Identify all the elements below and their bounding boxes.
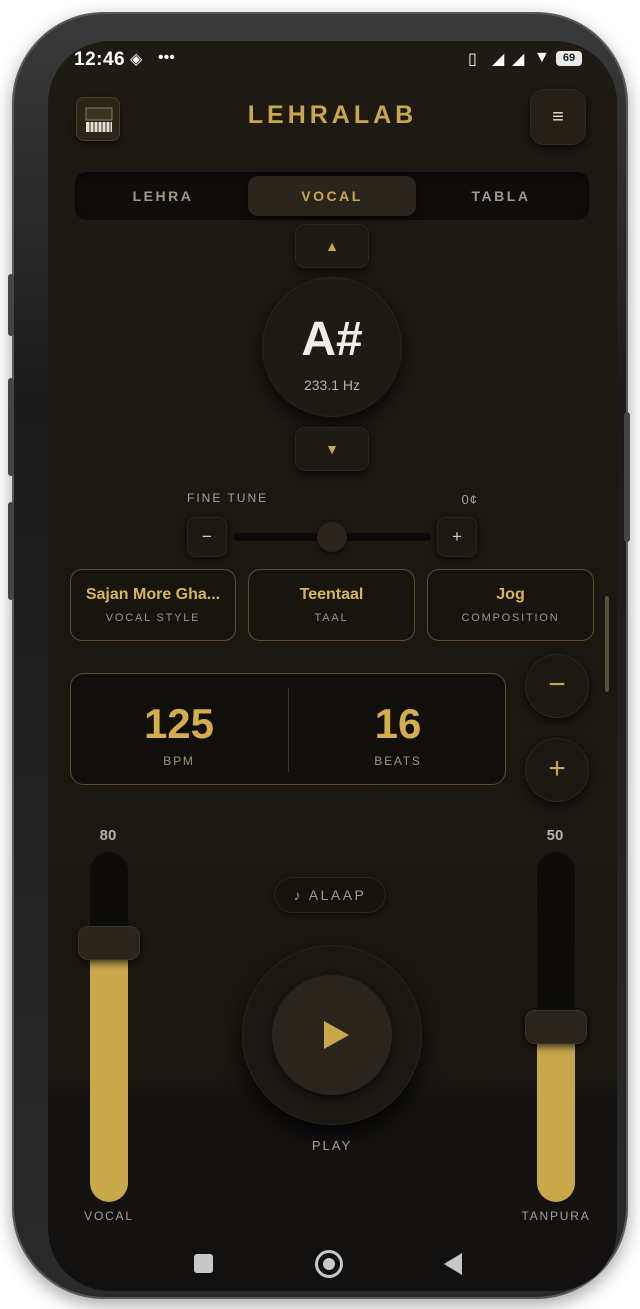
bpm-label: BPM	[163, 754, 195, 768]
signal-icon: ◢	[492, 51, 505, 68]
tanpura-volume-fill	[537, 1027, 575, 1202]
tempo-minus-button[interactable]: −	[525, 654, 589, 718]
play-button-ring	[242, 945, 422, 1125]
minus-icon: −	[202, 527, 212, 546]
taal-value: Teentaal	[299, 586, 364, 603]
tab-lehra[interactable]: LEHRA	[79, 176, 247, 216]
fine-tune-slider-thumb[interactable]	[317, 522, 347, 552]
minus-icon: −	[548, 668, 566, 701]
fine-tune-plus-button[interactable]: +	[437, 517, 477, 557]
alaap-toggle[interactable]: ♪ ALAAP	[274, 877, 386, 913]
vocal-style-label: VOCAL STYLE	[105, 612, 201, 624]
pitch-note: A#	[301, 313, 363, 366]
play-label: PLAY	[311, 1138, 353, 1153]
pitch-up-button[interactable]: ▲	[295, 224, 369, 268]
beats-value: 16	[374, 700, 422, 747]
phone-side-button	[8, 378, 14, 476]
tempo-plus-button[interactable]: +	[525, 738, 589, 802]
composition-label: COMPOSITION	[461, 612, 560, 624]
composition-card[interactable]: Jog COMPOSITION	[427, 569, 594, 641]
bpm-value: 125	[143, 700, 215, 747]
hamburger-icon: ≡	[552, 106, 564, 128]
pitch-down-button[interactable]: ▼	[295, 427, 369, 471]
play-button[interactable]	[272, 975, 392, 1095]
taal-label: TAAL	[314, 612, 349, 624]
vocal-volume-value: 80	[99, 827, 117, 844]
tanpura-volume-label: TANPURA	[521, 1209, 591, 1223]
scrollbar[interactable]	[605, 596, 609, 692]
notification-icon: ◈	[130, 51, 143, 68]
vibrate-icon: ▯	[468, 51, 477, 68]
vocal-volume-track[interactable]	[90, 852, 128, 1202]
mode-tabs: LEHRA VOCAL TABLA	[75, 172, 589, 220]
tab-tabla[interactable]: TABLA	[417, 176, 585, 216]
tempo-divider	[288, 688, 289, 772]
vocal-style-card[interactable]: Sajan More Gha... VOCAL STYLE	[70, 569, 236, 641]
tanpura-volume-value: 50	[546, 827, 564, 844]
status-bar: 12:46 ◈ ••• ▯ ◢ ◢ ▼ 69	[48, 41, 617, 81]
triangle-up-icon: ▲	[325, 238, 339, 254]
taal-card[interactable]: Teentaal TAAL	[248, 569, 415, 641]
pitch-frequency: 233.1 Hz	[303, 377, 361, 393]
fine-tune-minus-button[interactable]: −	[187, 517, 227, 557]
more-notifications-icon: •••	[158, 49, 175, 66]
tanpura-volume-thumb[interactable]	[525, 1010, 587, 1044]
back-icon[interactable]	[444, 1253, 462, 1275]
home-icon[interactable]	[315, 1250, 343, 1278]
menu-button[interactable]: ≡	[530, 89, 586, 145]
pitch-display: A# 233.1 Hz	[262, 277, 402, 417]
fine-tune-value: 0¢	[461, 492, 478, 507]
plus-icon: +	[548, 752, 566, 785]
beats-label: BEATS	[374, 754, 422, 768]
vocal-volume-thumb[interactable]	[78, 926, 140, 960]
phone-side-button	[8, 502, 14, 600]
phone-frame: 12:46 ◈ ••• ▯ ◢ ◢ ▼ 69 LEHRALAB ≡ LEHRA …	[8, 12, 630, 1299]
phone-side-button	[8, 274, 14, 336]
composition-value: Jog	[496, 586, 525, 603]
plus-icon: +	[452, 527, 462, 546]
vocal-volume-label: VOCAL	[84, 1209, 134, 1223]
wifi-icon: ▼	[534, 49, 550, 66]
status-time: 12:46	[74, 49, 126, 70]
fine-tune-label: FINE TUNE	[187, 491, 269, 505]
phone-power-button	[624, 412, 630, 542]
triangle-down-icon: ▼	[325, 441, 339, 457]
app-screen: 12:46 ◈ ••• ▯ ◢ ◢ ▼ 69 LEHRALAB ≡ LEHRA …	[48, 41, 617, 1291]
vocal-style-value: Sajan More Gha...	[85, 586, 221, 603]
vocal-volume-fill	[90, 943, 128, 1202]
recents-icon[interactable]	[194, 1254, 213, 1273]
tab-vocal[interactable]: VOCAL	[248, 176, 416, 216]
battery-icon: 69	[556, 51, 582, 66]
tempo-display: 125 BPM 16 BEATS	[70, 673, 506, 785]
play-icon	[324, 1021, 349, 1049]
signal-icon: ◢	[512, 51, 525, 68]
